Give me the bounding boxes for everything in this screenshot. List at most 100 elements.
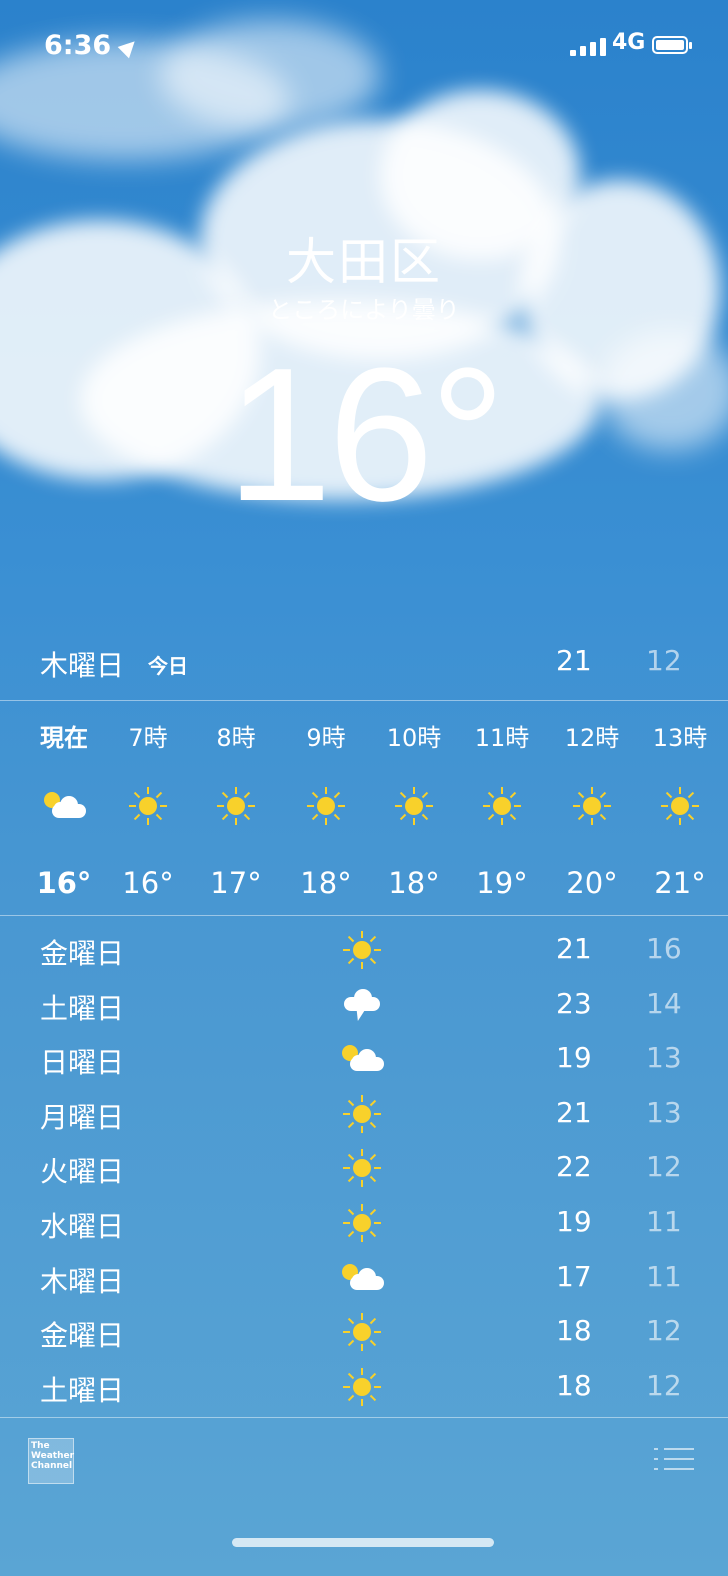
day-low: 16: [646, 932, 682, 965]
today-day: 木曜日: [40, 649, 125, 682]
sun-icon: [342, 1203, 382, 1243]
today-low: 12: [646, 644, 682, 677]
day-low: 12: [646, 1314, 682, 1348]
day-high: 19: [556, 1204, 592, 1238]
hourly-item: 10時 18°: [374, 704, 454, 900]
cellular-signal-icon: [570, 36, 606, 56]
sun-icon: [572, 786, 612, 826]
hour-label: 12時: [564, 724, 620, 752]
day-name: 火曜日: [40, 1155, 125, 1189]
footer: The Weather Channel: [0, 1420, 728, 1530]
sun-icon: [394, 786, 434, 826]
hour-label: 7時: [128, 724, 168, 752]
sun-icon: [128, 786, 168, 826]
daily-row: 金曜日 18 12: [0, 1304, 728, 1359]
divider: [0, 1417, 728, 1418]
sun-icon: [660, 786, 700, 826]
sun-icon: [482, 786, 522, 826]
hourly-item: 現在 16°: [24, 704, 104, 900]
hour-temperature: 21°: [654, 866, 706, 900]
daily-row: 水曜日 19 11: [0, 1195, 728, 1250]
weather-channel-logo[interactable]: The Weather Channel: [28, 1438, 74, 1484]
partly-cloudy-icon: [336, 1258, 388, 1298]
status-time: 6:36: [44, 30, 141, 61]
weather-condition: ところにより曇り: [268, 296, 460, 324]
hourly-item: 7時 16°: [108, 704, 188, 900]
sun-icon: [216, 786, 256, 826]
day-low: 14: [646, 986, 682, 1020]
location-arrow-icon: [117, 35, 141, 58]
day-name: 金曜日: [40, 1319, 125, 1353]
hour-label: 11時: [474, 724, 530, 752]
battery-icon: [652, 36, 692, 54]
day-low: 13: [646, 1095, 682, 1129]
home-indicator[interactable]: [232, 1538, 494, 1547]
day-high: 18: [556, 1314, 592, 1348]
hourly-item: 12時 20°: [552, 704, 632, 900]
hour-temperature: 17°: [210, 866, 262, 900]
hourly-item: 13時 21°: [640, 704, 720, 900]
today-tag: 今日: [148, 654, 188, 678]
hour-label: 8時: [216, 724, 256, 752]
day-name: 土曜日: [40, 1373, 125, 1407]
city-name: 大田区: [286, 233, 442, 291]
hour-temperature: 19°: [476, 866, 528, 900]
hour-label: 現在: [40, 724, 88, 752]
sun-icon: [342, 1367, 382, 1407]
divider: [0, 915, 728, 916]
hour-label: 10時: [386, 724, 442, 752]
daily-row: 金曜日 21 16: [0, 922, 728, 977]
hour-temperature: 16°: [122, 866, 174, 900]
day-high: 21: [556, 932, 592, 965]
day-high: 18: [556, 1368, 592, 1402]
day-name: 土曜日: [40, 991, 125, 1025]
day-high: 17: [556, 1259, 592, 1293]
network-type: 4G: [612, 30, 646, 55]
divider: [0, 700, 728, 701]
daily-row: 土曜日 18 12: [0, 1359, 728, 1414]
sun-icon: [342, 1312, 382, 1352]
sun-icon: [342, 1094, 382, 1134]
partly-cloudy-icon: [38, 786, 90, 826]
sun-icon: [342, 930, 382, 970]
status-bar: 6:36 4G: [0, 30, 728, 62]
hourly-item: 9時 18°: [286, 704, 366, 900]
day-low: 11: [646, 1204, 682, 1238]
day-low: 13: [646, 1041, 682, 1075]
day-high: 23: [556, 986, 592, 1020]
hour-temperature: 18°: [300, 866, 352, 900]
today-high: 21: [556, 644, 592, 677]
hour-label: 13時: [652, 724, 708, 752]
hourly-forecast[interactable]: 現在 16° 7時 16° 8時 17° 9時 18° 10時 18° 11時 19° 12時 20° 13…: [0, 704, 728, 914]
partly-cloudy-icon: [336, 1039, 388, 1079]
day-low: 11: [646, 1259, 682, 1293]
day-high: 19: [556, 1041, 592, 1075]
daily-row: 土曜日 23 14: [0, 977, 728, 1032]
day-name: 水曜日: [40, 1209, 125, 1243]
daily-forecast: 金曜日 21 16 土曜日 23 14 日曜日 19 13 月曜日 21 13 火曜日 22 12 水曜日 19…: [0, 922, 728, 1413]
day-name: 日曜日: [40, 1046, 125, 1080]
hour-label: 9時: [306, 724, 346, 752]
daily-row: 日曜日 19 13: [0, 1031, 728, 1086]
day-name: 木曜日: [40, 1264, 125, 1298]
day-high: 21: [556, 1095, 592, 1129]
day-low: 12: [646, 1368, 682, 1402]
hourly-item: 8時 17°: [196, 704, 276, 900]
hour-temperature: 18°: [388, 866, 440, 900]
hourly-item: 11時 19°: [462, 704, 542, 900]
daily-row: 月曜日 21 13: [0, 1086, 728, 1141]
city-list-icon[interactable]: [654, 1446, 694, 1476]
daily-row: 火曜日 22 12: [0, 1140, 728, 1195]
sun-icon: [306, 786, 346, 826]
today-summary: 木曜日 今日 21 12: [0, 640, 728, 684]
sun-icon: [342, 1148, 382, 1188]
day-name: 月曜日: [40, 1100, 125, 1134]
clock-text: 6:36: [44, 30, 112, 61]
hour-temperature: 16°: [36, 866, 92, 900]
day-name: 金曜日: [40, 937, 125, 970]
day-low: 12: [646, 1150, 682, 1184]
hour-temperature: 20°: [566, 866, 618, 900]
daily-row: 木曜日 17 11: [0, 1250, 728, 1305]
current-temperature: 16°: [226, 329, 505, 541]
day-high: 22: [556, 1150, 592, 1184]
